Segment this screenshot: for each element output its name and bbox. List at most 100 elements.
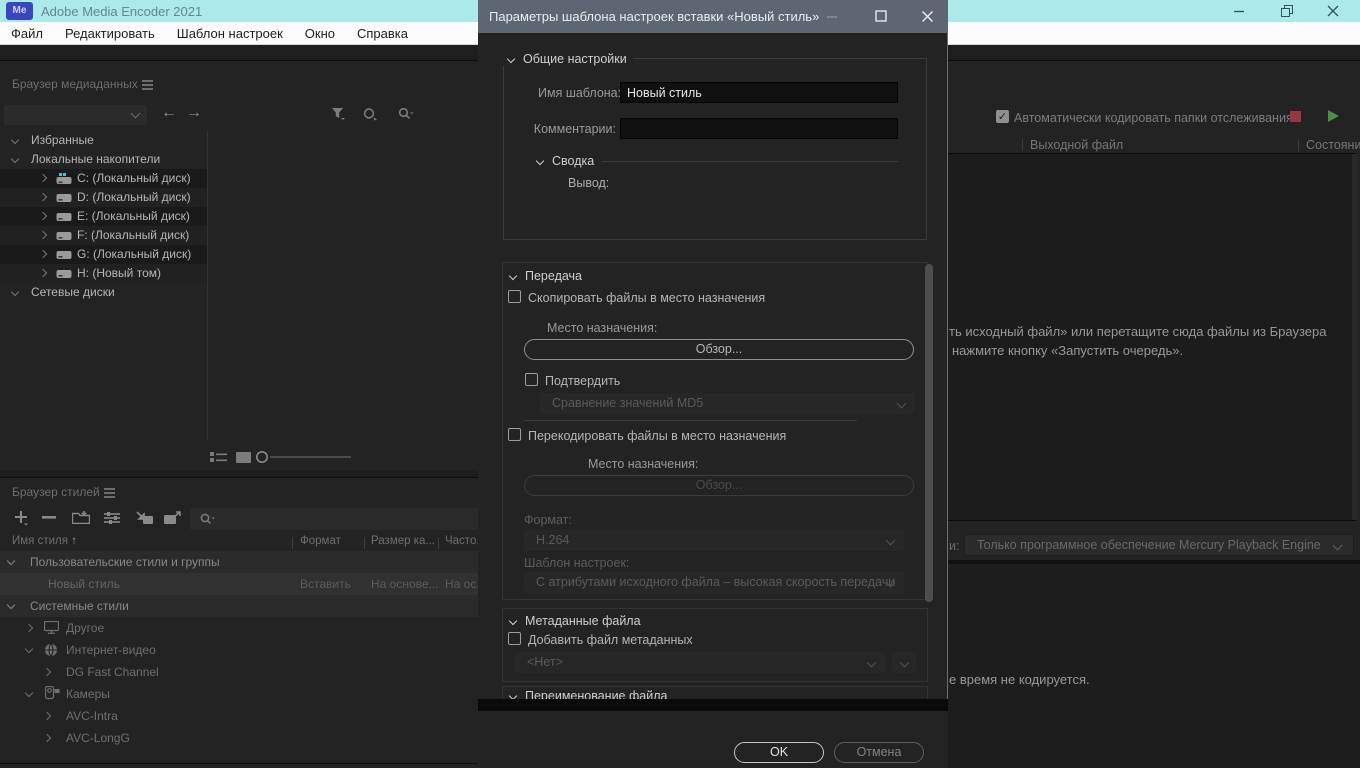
menu-file[interactable]: Файл xyxy=(0,22,54,45)
preset-search-input[interactable] xyxy=(190,508,478,530)
drive-icon xyxy=(56,269,73,280)
start-queue-button[interactable] xyxy=(1328,110,1339,122)
thumbnail-view-icon[interactable] xyxy=(236,452,251,463)
queue-panel: ✓ Автоматически кодировать папки отслежи… xyxy=(948,60,1360,768)
renderer-label-fragment: и: xyxy=(949,539,960,553)
copy-files-checkbox[interactable] xyxy=(508,290,521,303)
import-preset-button[interactable] xyxy=(136,511,154,525)
stop-queue-button[interactable] xyxy=(1290,111,1301,122)
tree-item-drive-g[interactable]: G: (Локальный диск) xyxy=(0,245,478,264)
transcode-label: Перекодировать файлы в место назначения xyxy=(528,429,787,443)
media-browser-location-combo[interactable] xyxy=(4,105,147,125)
menu-help[interactable]: Справка xyxy=(346,22,419,45)
cancel-button[interactable]: Отмена xyxy=(834,742,924,763)
view-settings-icon[interactable] xyxy=(363,107,378,121)
list-view-icon[interactable] xyxy=(210,451,227,463)
comments-input[interactable] xyxy=(620,118,898,139)
dialog-title: Параметры шаблона настроек вставки «Новы… xyxy=(489,9,820,24)
summary-header[interactable]: Сводка xyxy=(531,153,601,168)
ok-button[interactable]: OK xyxy=(734,742,824,763)
preset-group-system[interactable]: Системные стили xyxy=(0,595,478,617)
ingest-preset-dialog: Параметры шаблона настроек вставки «Новы… xyxy=(478,0,948,768)
chevron-down-icon xyxy=(866,657,877,668)
column-header-format[interactable]: Формат xyxy=(300,535,341,547)
new-group-button[interactable] xyxy=(72,511,90,524)
preset-row-avc-intra[interactable]: AVC-Intra xyxy=(0,705,478,727)
browse-button[interactable]: Обзор... xyxy=(524,339,914,360)
menu-window[interactable]: Окно xyxy=(294,22,346,45)
menu-preset[interactable]: Шаблон настроек xyxy=(166,22,294,45)
column-header-name[interactable]: Имя стиля ↑ xyxy=(12,535,77,547)
metadata-file-dropdown[interactable]: <Нет> xyxy=(515,652,885,673)
dialog-maximize-button[interactable] xyxy=(868,5,894,27)
queue-scrollbar[interactable] xyxy=(1352,154,1357,520)
dialog-minimize-button[interactable] xyxy=(819,5,845,27)
chevron-down-icon xyxy=(508,616,518,625)
transcode-checkbox[interactable] xyxy=(508,428,521,441)
chevron-down-icon xyxy=(24,688,34,698)
search-icon[interactable] xyxy=(398,107,414,121)
general-settings-header[interactable]: Общие настройки xyxy=(502,51,633,66)
preset-row-web-video[interactable]: Интернет-видео xyxy=(0,639,478,661)
tree-item-drive-e[interactable]: E: (Локальный диск) xyxy=(0,207,478,226)
preset-row-avc-longg[interactable]: AVC-LongG xyxy=(0,727,478,749)
tree-item-drive-f[interactable]: F: (Локальный диск) xyxy=(0,226,478,245)
tree-item-drive-c[interactable]: C: (Локальный диск) xyxy=(0,169,478,188)
renderer-dropdown[interactable]: Только программное обеспечение Mercury P… xyxy=(964,534,1354,556)
queue-column-output-file[interactable]: Выходной файл xyxy=(1030,138,1123,152)
panel-menu-icon[interactable] xyxy=(104,489,115,497)
system-drive-icon xyxy=(56,173,73,185)
panel-menu-icon[interactable] xyxy=(142,81,153,89)
window-restore-button[interactable] xyxy=(1270,0,1304,22)
preset-group-user[interactable]: Пользовательские стили и группы xyxy=(0,551,478,573)
preset-browser-panel: Браузер стилей Имя стиля ↑ Формат Размер… xyxy=(0,477,486,768)
transfer-header[interactable]: Передача xyxy=(504,268,589,283)
queue-column-status[interactable]: Состояни xyxy=(1306,138,1360,152)
window-close-button[interactable] xyxy=(1316,0,1350,22)
browse2-button[interactable]: Обзор... xyxy=(524,475,914,496)
remove-preset-button[interactable] xyxy=(42,516,56,520)
window-minimize-button[interactable] xyxy=(1222,0,1256,22)
chevron-down-icon xyxy=(896,398,907,409)
format-dropdown[interactable]: H.264 xyxy=(524,530,904,551)
metadata-extra-dropdown[interactable] xyxy=(892,652,916,673)
verify-method-dropdown[interactable]: Сравнение значений MD5 xyxy=(540,393,915,414)
tree-item-local-drives[interactable]: Локальные накопители xyxy=(0,150,478,169)
chevron-down-icon xyxy=(1332,540,1343,551)
tree-item-drive-d[interactable]: D: (Локальный диск) xyxy=(0,188,478,207)
preset-row-other[interactable]: Другое xyxy=(0,617,478,639)
dialog-scrollbar[interactable] xyxy=(925,264,933,602)
verify-checkbox[interactable] xyxy=(525,373,538,386)
preset-settings-button[interactable] xyxy=(104,512,120,524)
window-title: Adobe Media Encoder 2021 xyxy=(41,4,203,19)
menu-edit[interactable]: Редактировать xyxy=(54,22,166,45)
monitor-icon xyxy=(44,621,59,634)
filter-icon[interactable] xyxy=(331,107,345,121)
add-preset-button[interactable] xyxy=(14,510,30,526)
preset-row-new-style[interactable]: Новый стиль Вставить На основе... На ос.… xyxy=(0,573,486,595)
export-preset-button[interactable] xyxy=(164,511,182,525)
metadata-header[interactable]: Метаданные файла xyxy=(504,613,647,628)
verify-label: Подтвердить xyxy=(545,374,621,388)
maximize-icon xyxy=(875,10,887,22)
media-browser-title: Браузер медиаданных xyxy=(12,77,138,91)
watch-folder-checkbox[interactable]: ✓ xyxy=(996,110,1009,123)
tree-item-network-drives[interactable]: Сетевые диски xyxy=(0,283,478,302)
chevron-down-icon xyxy=(535,156,545,165)
destination-label: Место назначения: xyxy=(547,321,658,335)
globe-icon xyxy=(44,643,58,657)
transcode-preset-dropdown[interactable]: С атрибутами исходного файла – высокая с… xyxy=(524,572,904,593)
preset-row-cameras[interactable]: Камеры xyxy=(0,683,478,705)
preset-name-input[interactable] xyxy=(620,82,898,103)
back-button[interactable]: ← xyxy=(161,104,177,122)
column-header-frame-size[interactable]: Размер ка... xyxy=(371,535,435,547)
preset-row-dg-fast-channel[interactable]: DG Fast Channel xyxy=(0,661,478,683)
add-metadata-label: Добавить файл метаданных xyxy=(528,633,693,647)
forward-button[interactable]: → xyxy=(186,104,202,122)
thumbnail-size-slider[interactable] xyxy=(255,450,355,464)
drive-icon xyxy=(56,250,73,261)
add-metadata-checkbox[interactable] xyxy=(508,632,521,645)
tree-item-drive-h[interactable]: H: (Новый том) xyxy=(0,264,478,283)
dialog-close-button[interactable] xyxy=(914,5,940,27)
tree-item-favorites[interactable]: Избранные xyxy=(0,131,478,150)
